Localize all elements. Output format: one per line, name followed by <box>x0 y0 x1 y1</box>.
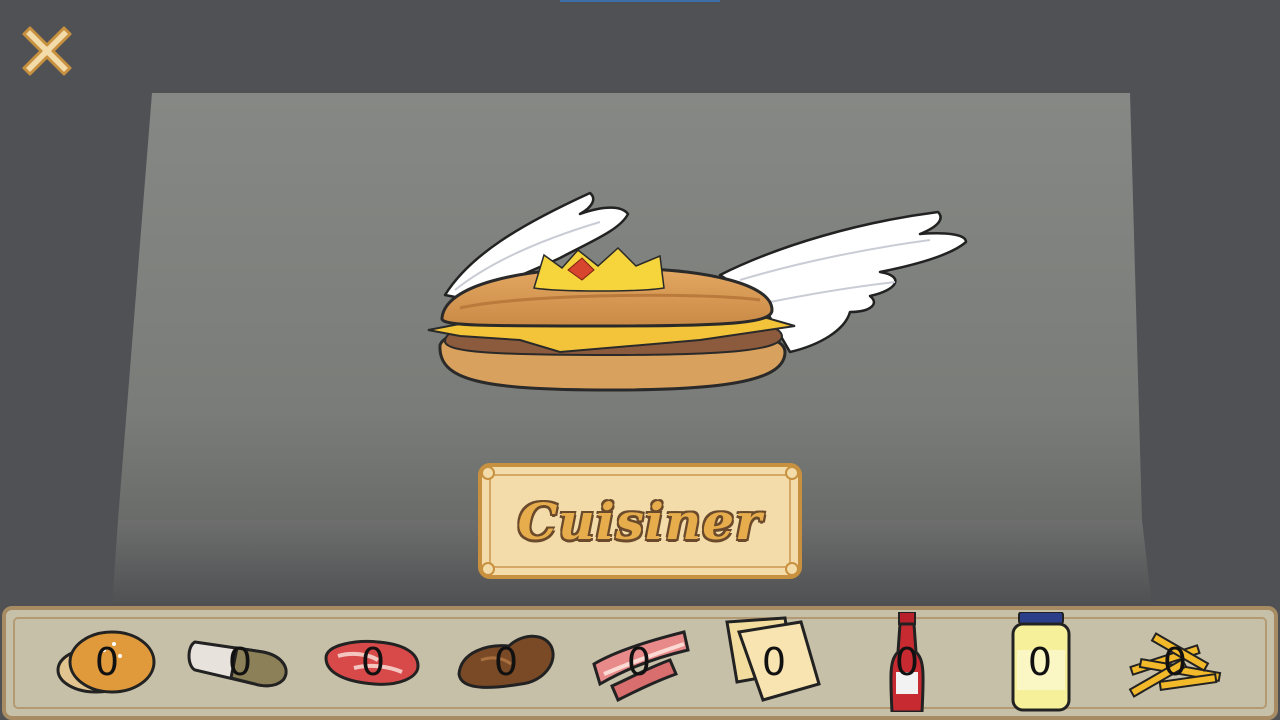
ingredient-slot-bun[interactable]: 0 <box>52 612 162 712</box>
hotdog-roll-count: 0 <box>227 640 253 684</box>
ketchup-count: 0 <box>894 640 920 684</box>
close-button[interactable] <box>16 20 78 82</box>
bun-count: 0 <box>94 640 120 684</box>
ingredient-slot-ketchup[interactable]: 0 <box>852 612 962 712</box>
cook-button[interactable]: Cuisiner <box>478 463 802 579</box>
ingredient-slot-hotdog-roll[interactable]: 0 <box>185 612 295 712</box>
ingredient-slot-bacon[interactable]: 0 <box>584 612 694 712</box>
bacon-count: 0 <box>626 640 652 684</box>
ingredient-slot-fries[interactable]: 0 <box>1120 612 1230 712</box>
cheese-slices-count: 0 <box>761 640 787 684</box>
raw-steak-count: 0 <box>360 640 386 684</box>
chicken-wings-count: 0 <box>493 640 519 684</box>
ingredient-slot-cheese-slices[interactable]: 0 <box>719 612 829 712</box>
fries-count: 0 <box>1162 640 1188 684</box>
ingredient-slot-chicken-wings[interactable]: 0 <box>451 612 561 712</box>
ingredient-slot-raw-steak[interactable]: 0 <box>318 612 428 712</box>
ingredient-slot-mayonnaise[interactable]: 0 <box>985 612 1095 712</box>
mayonnaise-count: 0 <box>1027 640 1053 684</box>
cook-button-frame <box>478 463 802 579</box>
close-icon <box>22 26 72 76</box>
